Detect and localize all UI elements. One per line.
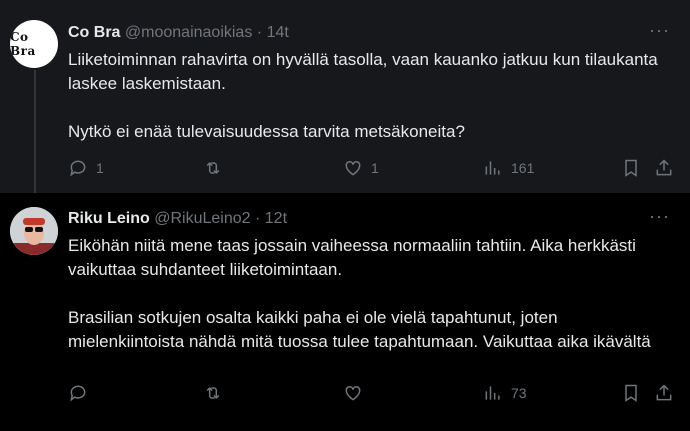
reply-count: 1 bbox=[96, 160, 104, 176]
repost-icon bbox=[206, 161, 220, 175]
tweet-text: Liiketoiminnan rahavirta on hyvällä taso… bbox=[68, 48, 668, 168]
tweet-text: Eiköhän niitä mene taas jossain vaiheess… bbox=[68, 234, 668, 378]
bookmark-button[interactable] bbox=[621, 383, 641, 403]
like-count: 1 bbox=[371, 160, 379, 176]
separator-dot: · bbox=[254, 210, 261, 227]
share-icon bbox=[656, 384, 672, 401]
tweet-paragraph: Eiköhän niitä mene taas jossain vaiheess… bbox=[68, 236, 636, 279]
tweet-paragraph: Nytkö ei enää tulevaisuudessa tarvita me… bbox=[68, 122, 465, 141]
tweet[interactable]: Riku Leino @RikuLeino2 · 12t ··· Eiköhän… bbox=[0, 193, 690, 431]
author-handle[interactable]: @moonainaoikias bbox=[125, 24, 252, 41]
reply-button[interactable] bbox=[68, 383, 96, 403]
views-button[interactable]: 73 bbox=[483, 383, 527, 403]
views-icon bbox=[485, 386, 500, 400]
avatar[interactable] bbox=[10, 207, 58, 255]
action-bar: 1 1 161 bbox=[0, 158, 690, 178]
tweet-paragraph: Brasilian sotkujen osalta kaikki paha ei… bbox=[68, 308, 651, 351]
separator-dot: · bbox=[256, 24, 263, 41]
share-icon bbox=[656, 159, 672, 176]
tweet-paragraph: Liiketoiminnan rahavirta on hyvällä taso… bbox=[68, 50, 658, 93]
repost-button[interactable] bbox=[203, 383, 231, 403]
repost-icon bbox=[206, 386, 220, 400]
author-name[interactable]: Co Bra bbox=[68, 24, 120, 41]
author-name[interactable]: Riku Leino bbox=[68, 210, 150, 227]
views-count: 73 bbox=[511, 385, 527, 401]
reply-icon bbox=[70, 385, 86, 402]
tweet-header: Co Bra @moonainaoikias · 14t bbox=[68, 24, 289, 42]
like-icon bbox=[345, 160, 361, 176]
bookmark-button[interactable] bbox=[621, 158, 641, 178]
tweet[interactable]: Co Bra Co Bra @moonainaoikias · 14t ··· … bbox=[0, 0, 690, 193]
reply-button[interactable]: 1 bbox=[68, 158, 104, 178]
like-button[interactable] bbox=[343, 383, 371, 403]
bookmark-icon bbox=[625, 384, 637, 402]
timestamp[interactable]: 12t bbox=[265, 210, 287, 227]
avatar-logo-text: Co Bra bbox=[10, 30, 36, 58]
share-button[interactable] bbox=[654, 383, 674, 403]
views-button[interactable]: 161 bbox=[483, 158, 534, 178]
views-icon bbox=[485, 161, 500, 175]
more-icon[interactable]: ··· bbox=[649, 206, 670, 227]
tweet-header: Riku Leino @RikuLeino2 · 12t bbox=[68, 210, 287, 228]
action-bar: 73 bbox=[0, 383, 690, 403]
repost-button[interactable] bbox=[203, 158, 231, 178]
like-button[interactable]: 1 bbox=[343, 158, 379, 178]
more-icon[interactable]: ··· bbox=[649, 20, 670, 41]
avatar[interactable]: Co Bra bbox=[10, 20, 58, 68]
timestamp[interactable]: 14t bbox=[267, 24, 289, 41]
reply-icon bbox=[70, 160, 86, 177]
author-handle[interactable]: @RikuLeino2 bbox=[154, 210, 250, 227]
bookmark-icon bbox=[625, 159, 637, 177]
share-button[interactable] bbox=[654, 158, 674, 178]
like-icon bbox=[345, 385, 361, 401]
views-count: 161 bbox=[511, 160, 535, 176]
avatar-photo bbox=[10, 207, 58, 255]
